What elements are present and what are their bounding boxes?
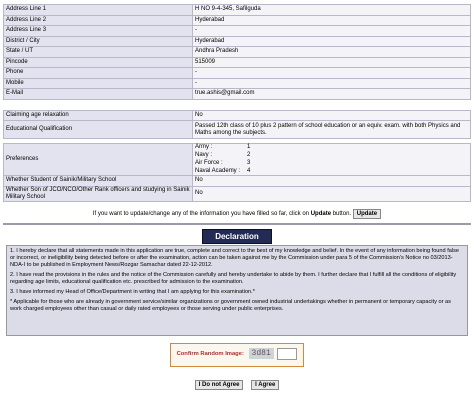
field-value: - (192, 25, 471, 37)
age-relaxation-value: No (192, 109, 471, 121)
preference-name: Navy : (195, 152, 213, 158)
declaration-para-1: 1. I hereby declare that all statements … (10, 247, 460, 268)
preferences-label: Preferences (3, 143, 193, 176)
declaration-para-4: * Applicable for those who are already i… (10, 298, 451, 312)
table-row: Phone - (3, 67, 471, 79)
declaration-para-3: 3. I have informed my Head of Office/Dep… (10, 288, 255, 295)
table-row: Educational Qualification Passed 12th cl… (3, 120, 471, 139)
field-label: Mobile (3, 77, 193, 89)
update-notice: If you want to update/change any of the … (0, 208, 474, 219)
field-value: true.ashis@gmail.com (192, 88, 471, 100)
field-label: E-Mail (3, 88, 193, 100)
preferences-table: Preferences Army : 1 Navy : 2 Air Force : 3 Na… (3, 143, 471, 202)
table-row: E-Mail true.ashis@gmail.com (3, 88, 471, 100)
table-row: Mobile - (3, 77, 471, 89)
eligibility-table: Claiming age relaxation No Educational Q… (3, 109, 471, 139)
update-button[interactable]: Update (352, 208, 382, 219)
preference-rank: 3 (247, 160, 251, 166)
captcha-input[interactable] (277, 347, 298, 360)
action-buttons: I Do not Agree I Agree (0, 379, 474, 390)
jco-son-label: Whether Son of JCO/NCO/Other Rank office… (3, 185, 193, 202)
preference-rank: 2 (247, 152, 251, 158)
field-label: Address Line 3 (3, 25, 193, 37)
declaration-box: 1. I hereby declare that all statements … (6, 244, 468, 336)
preferences-value: Army : 1 Navy : 2 Air Force : 3 Naval Academy … (192, 143, 471, 176)
preference-rank: 1 (247, 144, 251, 150)
table-row: Whether Student of Sainik/Military Schoo… (3, 175, 471, 187)
field-label: Pincode (3, 56, 193, 68)
sainik-value: No (192, 175, 471, 187)
field-value: Hyderabad (192, 35, 471, 47)
captcha-box: Confirm Random Image: 3d81 (169, 342, 305, 367)
table-row: State / UT Andhra Pradesh (3, 46, 471, 58)
field-value: - (192, 67, 471, 79)
table-row: Preferences Army : 1 Navy : 2 Air Force : 3 Na… (3, 143, 471, 176)
table-row: Address Line 2 Hyderabad (3, 14, 471, 26)
table-row: Claiming age relaxation No (3, 109, 471, 121)
declaration-title: Declaration (202, 228, 272, 244)
qualification-value: Passed 12th class of 10 plus 2 pattern o… (192, 120, 471, 139)
field-value: 515009 (192, 56, 471, 68)
sainik-label: Whether Student of Sainik/Military Schoo… (3, 175, 193, 187)
table-row: Whether Son of JCO/NCO/Other Rank office… (3, 185, 471, 202)
field-value: Andhra Pradesh (192, 46, 471, 58)
table-row: Address Line 1H NO 9-4-345, Safilguda (3, 4, 471, 16)
table-row: Pincode 515009 (3, 56, 471, 68)
field-value: - (192, 77, 471, 89)
field-label: Address Line 2 (3, 14, 193, 26)
captcha-label: Confirm Random Image: (176, 350, 244, 357)
notice-bold: Update (310, 210, 332, 217)
captcha-image: 3d81 (248, 348, 274, 359)
declaration-para-2: 2. I have read the provisions in the rul… (10, 271, 457, 285)
contact-details-table: Address Line 1H NO 9-4-345, Safilguda Add… (3, 4, 471, 100)
field-label: State / UT (3, 46, 193, 58)
divider (3, 222, 471, 225)
notice-text: If you want to update/change any of the … (92, 210, 310, 217)
jco-son-value: No (192, 185, 471, 202)
notice-text-after: button. (332, 210, 352, 217)
field-label: District / City (3, 35, 193, 47)
agree-button[interactable]: I Agree (251, 379, 280, 390)
qualification-label: Educational Qualification (3, 120, 193, 139)
field-value: H NO 9-4-345, Safilguda (192, 4, 471, 16)
field-label: Phone (3, 67, 193, 79)
preference-name: Army : (195, 144, 213, 150)
table-row: Address Line 3- (3, 25, 471, 37)
preference-name: Air Force : (195, 160, 223, 166)
preference-rank: 4 (247, 168, 251, 174)
table-row: District / City Hyderabad (3, 35, 471, 47)
age-relaxation-label: Claiming age relaxation (3, 109, 193, 121)
preference-name: Naval Academy : (195, 168, 241, 174)
field-value: Hyderabad (192, 14, 471, 26)
field-label: Address Line 1 (3, 4, 193, 16)
disagree-button[interactable]: I Do not Agree (194, 379, 244, 390)
